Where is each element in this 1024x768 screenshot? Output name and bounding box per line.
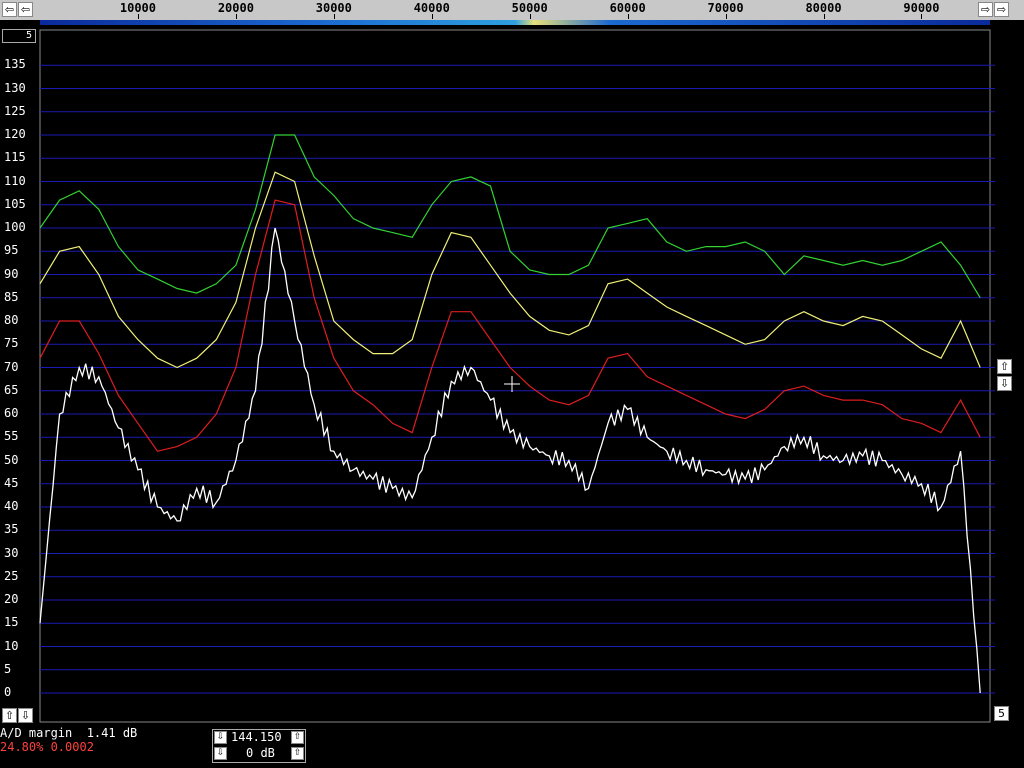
db-tick-label: 125 xyxy=(4,103,26,118)
db-tick-label: 55 xyxy=(4,429,19,444)
gain-down-button[interactable]: ⇩ xyxy=(214,747,227,760)
right-value-button[interactable]: 5 xyxy=(994,706,1009,721)
db-tick-label: 100 xyxy=(4,220,26,234)
db-tick-label: 20 xyxy=(4,592,19,606)
db-tick-label: 5 xyxy=(4,661,12,676)
db-tick-label: 70 xyxy=(4,359,19,374)
db-tick-label: 115 xyxy=(4,150,26,165)
freq-down-button[interactable]: ⇩ xyxy=(214,731,227,744)
db-tick-label: 30 xyxy=(4,545,19,560)
db-tick-label: 35 xyxy=(4,522,19,537)
plot-frame xyxy=(39,29,991,723)
db-tick-label: 135 xyxy=(4,57,26,72)
shift-up-button[interactable]: ⇧ xyxy=(2,708,17,723)
db-tick-label: 75 xyxy=(4,336,19,351)
db-tick-label: 110 xyxy=(4,173,26,188)
db-tick-label: 45 xyxy=(4,475,19,490)
db-tick-label: 95 xyxy=(4,243,19,258)
gain-up-button[interactable]: ⇧ xyxy=(291,747,304,760)
db-tick-label: 80 xyxy=(4,313,19,327)
db-tick-label: 130 xyxy=(4,80,26,95)
zoom-out-button[interactable]: ⇩ xyxy=(997,376,1012,391)
db-tick-label: 40 xyxy=(4,499,19,513)
ad-margin-text: A/D margin 1.41 dB xyxy=(0,726,138,740)
shift-down-button[interactable]: ⇩ xyxy=(18,708,33,723)
yellow-trace xyxy=(39,171,981,369)
db-tick-label: 120 xyxy=(4,127,26,141)
zoom-in-button[interactable]: ⇧ xyxy=(997,359,1012,374)
level-readout: 24.80% 0.0002 xyxy=(0,740,94,754)
spectrum-plot xyxy=(39,29,995,723)
gain-value[interactable]: 0 dB xyxy=(246,746,275,760)
db-tick-label: 50 xyxy=(4,452,19,467)
freq-up-button[interactable]: ⇧ xyxy=(291,731,304,744)
db-tick-label: 15 xyxy=(4,615,19,630)
green-trace xyxy=(39,134,981,299)
db-tick-label: 90 xyxy=(4,266,19,281)
db-tick-label: 0 xyxy=(4,685,12,699)
db-tick-label: 60 xyxy=(4,406,19,420)
db-tick-label: 25 xyxy=(4,568,19,583)
db-tick-label: 85 xyxy=(4,289,19,304)
db-tick-label: 65 xyxy=(4,382,19,397)
db-tick-label: 105 xyxy=(4,196,26,211)
frequency-value[interactable]: 144.150 xyxy=(231,730,282,744)
db-tick-label: 10 xyxy=(4,638,19,653)
